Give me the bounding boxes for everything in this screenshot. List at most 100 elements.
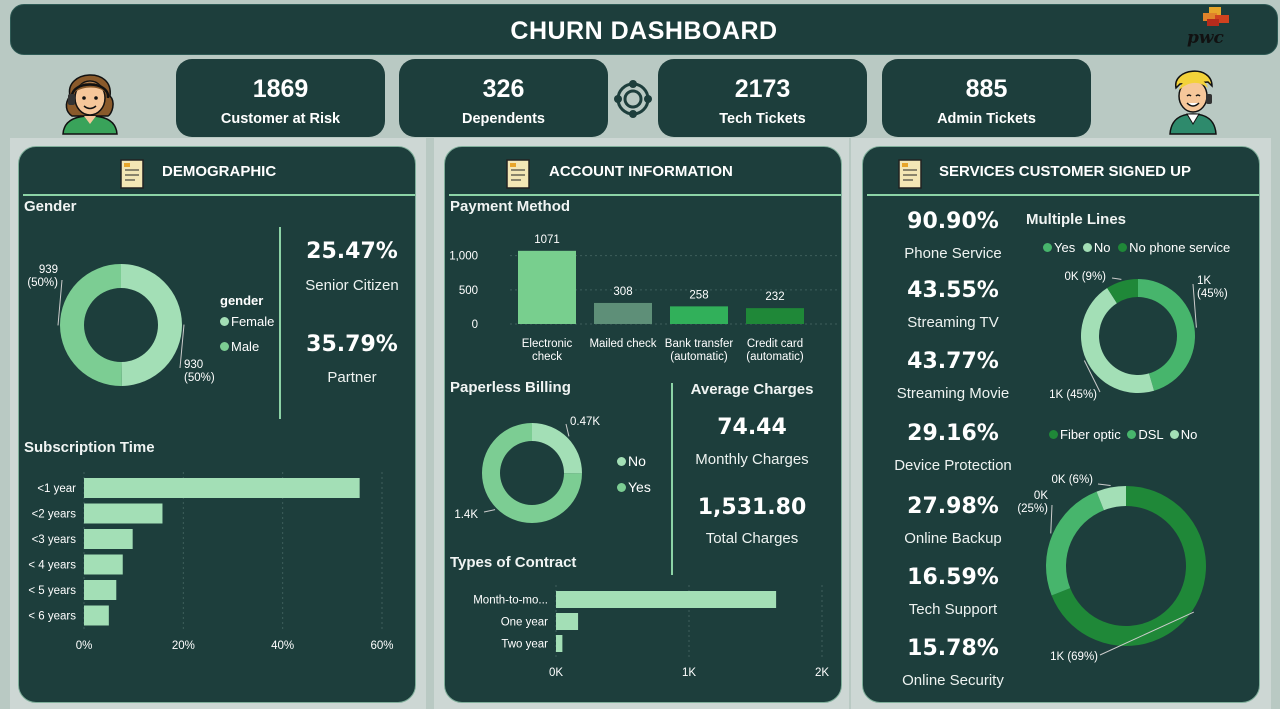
total-charges-label: Total Charges bbox=[705, 530, 799, 547]
bar[interactable] bbox=[670, 306, 728, 324]
panel-title: SERVICES CUSTOMER SIGNED UP bbox=[939, 163, 1191, 180]
document-icon bbox=[898, 159, 922, 189]
kpi-value: 1869 bbox=[252, 75, 309, 103]
senior-citizen-label: Senior Citizen bbox=[305, 277, 399, 294]
legend-label: No bbox=[628, 453, 646, 469]
legend-male: Male bbox=[220, 339, 259, 354]
bar[interactable] bbox=[746, 308, 804, 324]
legend-label: DSL bbox=[1138, 427, 1164, 442]
kpi-label: Tech Tickets bbox=[719, 111, 806, 127]
section-title: Average Charges bbox=[690, 381, 814, 398]
legend-label: Yes bbox=[628, 479, 651, 495]
bar[interactable] bbox=[518, 250, 576, 324]
kpi-label: Admin Tickets bbox=[937, 111, 1036, 127]
y-tick-label: < 5 years bbox=[28, 585, 76, 597]
section-title: Types of Contract bbox=[450, 554, 577, 571]
bar[interactable] bbox=[84, 605, 109, 626]
legend-swatch bbox=[1169, 430, 1179, 439]
data-label: 308 bbox=[613, 286, 632, 298]
section-title: Gender bbox=[24, 198, 77, 215]
service-stat-value: 15.78% bbox=[907, 636, 999, 661]
kpi-tech-tickets: 2173 Tech Tickets bbox=[658, 59, 867, 137]
bar[interactable] bbox=[84, 503, 163, 524]
legend-swatch bbox=[617, 457, 626, 466]
kpi-value: 885 bbox=[965, 75, 1008, 103]
x-tick-label: Bank transfer (automatic) bbox=[665, 338, 734, 363]
panel-title: ACCOUNT INFORMATION bbox=[549, 163, 733, 180]
network-icon bbox=[614, 80, 652, 118]
partner-label: Partner bbox=[327, 369, 377, 386]
legend-label: Yes bbox=[1054, 240, 1076, 255]
kpi-value: 2173 bbox=[734, 75, 791, 103]
data-label: 1K (45%) bbox=[1049, 389, 1097, 401]
x-tick-label: 40% bbox=[271, 640, 294, 652]
service-stat-label: Streaming Movie bbox=[896, 385, 1010, 402]
legend-swatch bbox=[1043, 243, 1052, 252]
service-stat-label: Device Protection bbox=[894, 457, 1012, 474]
data-label: 232 bbox=[765, 291, 784, 303]
legend-yes: Yes bbox=[617, 479, 651, 495]
service-stat-value: 43.77% bbox=[907, 349, 999, 374]
demographic-panel: DEMOGRAPHIC Gender gender Female Male 25… bbox=[18, 146, 416, 703]
data-label: 1.4K bbox=[454, 509, 478, 521]
bar[interactable] bbox=[556, 591, 777, 608]
kpi-label: Customer at Risk bbox=[220, 111, 341, 127]
bar[interactable] bbox=[84, 478, 360, 498]
legend-swatch bbox=[1118, 243, 1128, 252]
kpi-value: 326 bbox=[482, 75, 525, 103]
pwc-logo-text: pwc bbox=[1187, 28, 1224, 48]
kpi-label: Dependents bbox=[462, 111, 545, 127]
legend-label: Female bbox=[231, 314, 275, 329]
legend-label: Fiber optic bbox=[1060, 427, 1121, 442]
legend-swatch bbox=[617, 483, 626, 492]
data-label: 258 bbox=[689, 289, 708, 301]
y-tick-label: 1,000 bbox=[449, 251, 478, 263]
bar[interactable] bbox=[84, 580, 117, 600]
data-label: 1K (69%) bbox=[1050, 651, 1098, 663]
legend-swatch bbox=[220, 317, 229, 326]
partner-value: 35.79% bbox=[306, 332, 398, 357]
section-title: Payment Method bbox=[450, 198, 571, 215]
bar[interactable] bbox=[556, 613, 579, 630]
divider bbox=[449, 194, 841, 196]
legend-label: No phone service bbox=[1129, 240, 1231, 255]
x-tick-label: 0% bbox=[76, 640, 93, 652]
legend-female: Female bbox=[220, 314, 274, 329]
y-tick-label: Month-to-mo... bbox=[473, 595, 548, 607]
service-stat-value: 29.16% bbox=[907, 421, 999, 446]
x-tick-label: Mailed check bbox=[589, 338, 656, 350]
section-title: Paperless Billing bbox=[450, 379, 571, 396]
senior-citizen-value: 25.47% bbox=[306, 239, 398, 264]
x-tick-label: 60% bbox=[370, 640, 393, 652]
legend-label: No bbox=[1093, 240, 1111, 255]
legend-title: gender bbox=[220, 293, 264, 308]
data-label: 0.47K bbox=[570, 416, 600, 428]
section-title: Multiple Lines bbox=[1026, 211, 1127, 228]
bar[interactable] bbox=[594, 302, 652, 324]
service-stat-label: Online Backup bbox=[904, 530, 1002, 547]
x-tick-label: 2K bbox=[815, 667, 829, 679]
legend-swatch bbox=[1127, 430, 1137, 439]
legend-no: No bbox=[617, 453, 646, 469]
divider bbox=[671, 383, 673, 575]
service-stat-value: 16.59% bbox=[907, 565, 999, 590]
legend-multiple-lines: Yes No No phone service bbox=[1043, 240, 1230, 255]
document-icon bbox=[506, 159, 530, 189]
dashboard-header: CHURN DASHBOARD pwc bbox=[10, 4, 1278, 55]
document-icon bbox=[120, 159, 144, 189]
x-tick-label: Credit card (automatic) bbox=[746, 338, 804, 363]
legend-swatch bbox=[1082, 243, 1092, 252]
panel-title: DEMOGRAPHIC bbox=[162, 163, 277, 180]
y-tick-label: 500 bbox=[459, 285, 478, 297]
bar[interactable] bbox=[84, 554, 123, 575]
legend-label: Male bbox=[231, 339, 260, 354]
kpi-customer-at-risk: 1869 Customer at Risk bbox=[176, 59, 385, 137]
service-stat-value: 43.55% bbox=[907, 278, 999, 303]
bar[interactable] bbox=[556, 635, 563, 652]
legend-label: No bbox=[1180, 427, 1198, 442]
kpi-admin-tickets: 885 Admin Tickets bbox=[882, 59, 1091, 137]
service-stat-label: Phone Service bbox=[904, 245, 1002, 262]
divider bbox=[867, 194, 1259, 196]
legend-swatch bbox=[220, 342, 229, 351]
bar[interactable] bbox=[84, 529, 133, 549]
